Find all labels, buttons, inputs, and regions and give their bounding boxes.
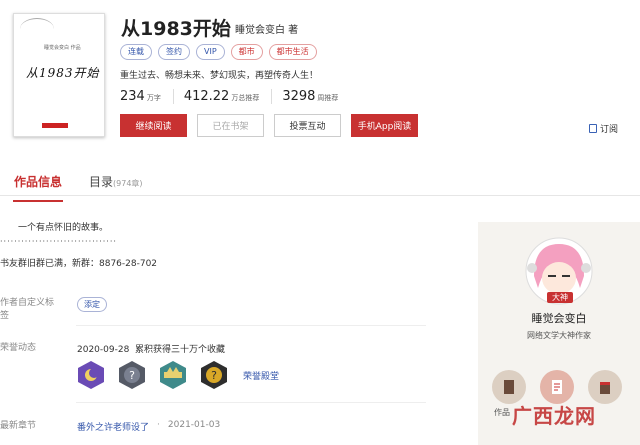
works-label: 作品 bbox=[494, 408, 510, 417]
mobile-app-button[interactable]: 手机App阅读 bbox=[351, 114, 418, 137]
cover-flower-decoration bbox=[20, 18, 54, 40]
author-role: 网络文学大神作家 bbox=[527, 331, 591, 340]
tab-bar: 作品信息 目录(974章) bbox=[0, 164, 640, 202]
divider bbox=[76, 325, 426, 326]
subscribe-label: 订阅 bbox=[600, 125, 619, 135]
words-icon[interactable] bbox=[540, 370, 574, 404]
stat-total-recommend: 412.22 万总推荐 bbox=[184, 89, 273, 104]
subscribe-link[interactable]: 订阅 bbox=[589, 122, 618, 135]
author-name[interactable]: 睡觉会变白 bbox=[478, 310, 640, 326]
tag-signed[interactable]: 签约 bbox=[158, 44, 190, 60]
cover-title: 从1983开始 bbox=[26, 66, 100, 80]
tag-vip[interactable]: VIP bbox=[196, 44, 225, 60]
catalog-count: (974章) bbox=[113, 179, 143, 188]
tab-info[interactable]: 作品信息 bbox=[12, 173, 64, 202]
stat-words: 234 万字 bbox=[120, 89, 174, 104]
book-intro: 重生过去、畅想未来、梦幻现实，再塑传奇人生！ bbox=[120, 71, 319, 81]
latest-chapter-date: 2021-01-03 bbox=[167, 420, 221, 430]
latest-chapter: 番外之许老师设了 · 2021-01-03 bbox=[77, 420, 221, 433]
on-shelf-button[interactable]: 已在书架 bbox=[197, 114, 264, 137]
cover-small-text: 睡觉会变白 作品 bbox=[44, 45, 81, 51]
author-stat-icons bbox=[492, 370, 622, 404]
question-badge-icon[interactable]: ? bbox=[118, 360, 146, 390]
fan-group-line: 书友群旧群已满，新群：8876-28-702 bbox=[0, 259, 158, 269]
moon-badge-icon[interactable] bbox=[77, 360, 105, 390]
honor-text: 2020-09-28 累积获得三十万个收藏 bbox=[77, 345, 226, 355]
svg-text:?: ? bbox=[211, 369, 217, 382]
honor-hall-link[interactable]: 荣誉殿堂 bbox=[243, 369, 279, 382]
stat-week-recommend: 3298 周推荐 bbox=[282, 89, 339, 104]
continue-reading-button[interactable]: 继续阅读 bbox=[120, 114, 187, 137]
watermark: 广西龙网 bbox=[512, 404, 596, 428]
honor-label: 荣誉动态 bbox=[0, 343, 37, 353]
action-buttons: 继续阅读 已在书架 投票互动 手机App阅读 bbox=[120, 114, 418, 137]
description-dots: ································· bbox=[0, 237, 117, 246]
latest-chapter-label: 最新章节 bbox=[0, 421, 37, 431]
book-title: 从1983开始 bbox=[121, 18, 231, 40]
latest-chapter-link[interactable]: 番外之许老师设了 bbox=[77, 420, 149, 433]
cover-publisher-stamp bbox=[42, 123, 68, 128]
book-author[interactable]: 睡觉会变白 著 bbox=[235, 21, 298, 36]
works-icon[interactable] bbox=[492, 370, 526, 404]
question-gold-badge-icon[interactable]: ? bbox=[200, 360, 228, 390]
custom-tags-label: 作者自定义标签 bbox=[0, 298, 55, 321]
custom-tag[interactable]: 添定 bbox=[77, 297, 107, 312]
tab-catalog[interactable]: 目录(974章) bbox=[89, 173, 143, 190]
description-line: 一个有点怀旧的故事。 bbox=[18, 223, 109, 233]
book-stats: 234 万字 412.22 万总推荐 3298 周推荐 bbox=[120, 89, 360, 104]
document-icon bbox=[589, 124, 597, 133]
honor-badges: ? ? 荣誉殿堂 bbox=[77, 360, 279, 390]
book-cover[interactable]: 睡觉会变白 作品 从1983开始 bbox=[13, 13, 105, 137]
divider bbox=[76, 402, 426, 403]
days-icon[interactable] bbox=[588, 370, 622, 404]
svg-text:?: ? bbox=[129, 369, 135, 382]
book-tags: 连载 签约 VIP 都市 都市生活 bbox=[120, 44, 317, 60]
tag-serial[interactable]: 连载 bbox=[120, 44, 152, 60]
tag-urban-life[interactable]: 都市生活 bbox=[268, 44, 317, 60]
author-rank-badge: 大神 bbox=[547, 292, 573, 303]
crown-badge-icon[interactable] bbox=[159, 360, 187, 390]
vote-button[interactable]: 投票互动 bbox=[274, 114, 341, 137]
tag-urban[interactable]: 都市 bbox=[230, 44, 263, 60]
